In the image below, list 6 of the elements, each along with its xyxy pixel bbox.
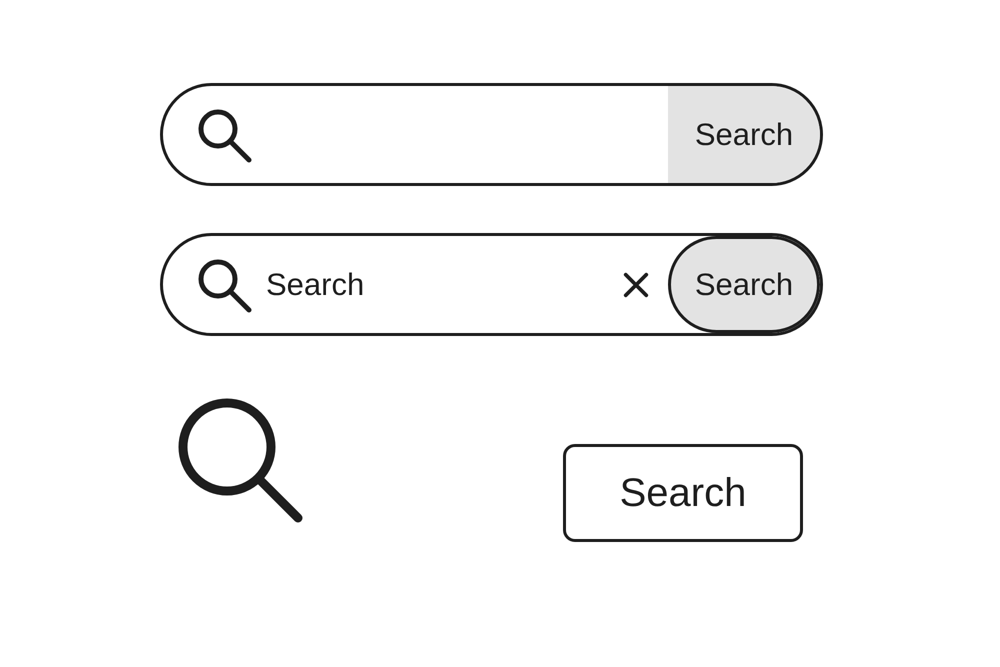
- search-icon: [178, 398, 304, 524]
- close-icon[interactable]: [622, 270, 650, 298]
- search-button[interactable]: Search: [668, 86, 820, 183]
- search-input[interactable]: Search: [266, 266, 622, 302]
- search-button[interactable]: Search: [563, 444, 803, 542]
- search-button[interactable]: Search: [668, 236, 820, 333]
